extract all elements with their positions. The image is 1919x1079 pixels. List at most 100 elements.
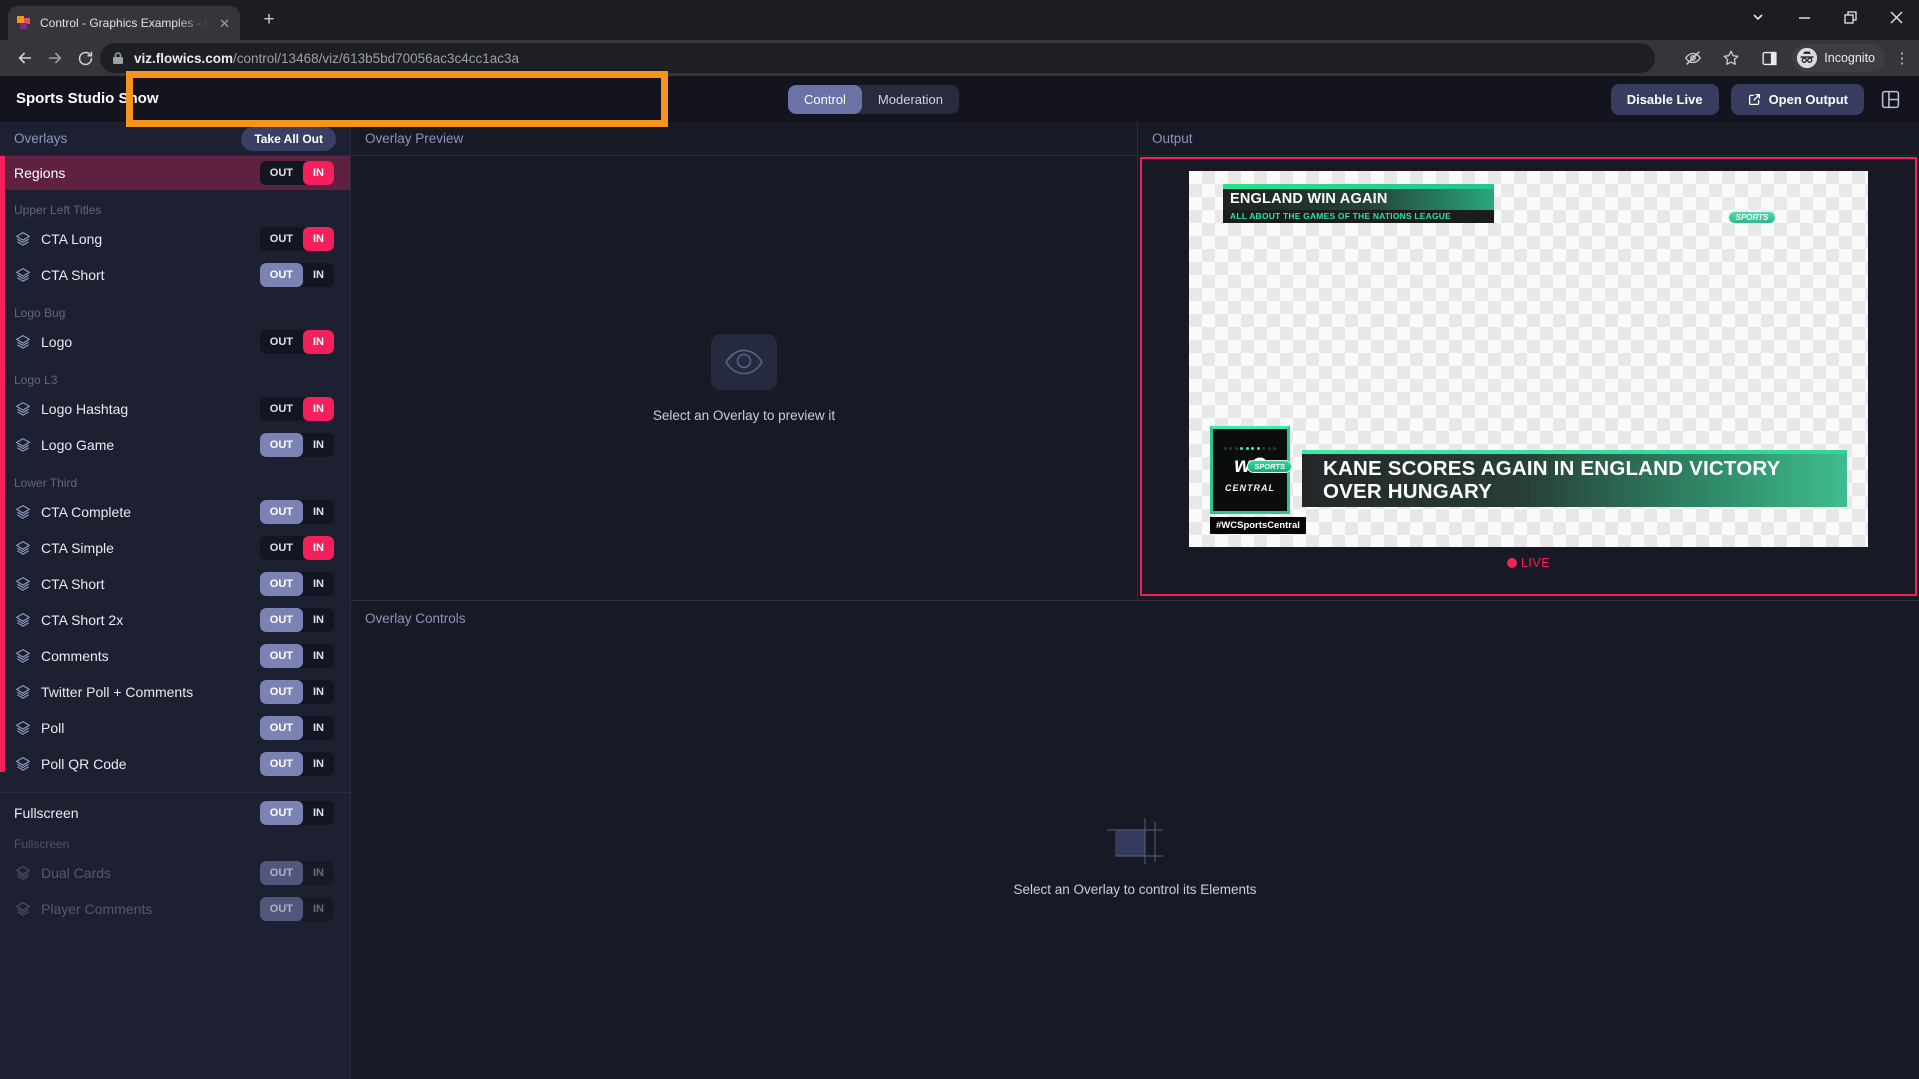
out-button[interactable]: OUT: [260, 500, 303, 524]
mode-tabs: Control Moderation: [788, 85, 959, 114]
in-button[interactable]: IN: [303, 263, 334, 287]
back-icon[interactable]: [10, 43, 40, 73]
overlay-row-logo[interactable]: Logo OUT IN: [0, 324, 350, 360]
out-in-toggle: OUT IN: [260, 608, 334, 632]
overlay-row-twitter-poll-comments[interactable]: Twitter Poll + Comments OUT IN: [0, 674, 350, 710]
overlay-row-poll[interactable]: Poll OUT IN: [0, 710, 350, 746]
overlay-row-poll-qr-code[interactable]: Poll QR Code OUT IN: [0, 746, 350, 782]
close-window-button[interactable]: [1873, 0, 1919, 34]
out-button[interactable]: OUT: [260, 680, 303, 704]
in-button[interactable]: IN: [303, 572, 334, 596]
overlay-row-cta-short[interactable]: CTA Short OUT IN: [0, 566, 350, 602]
overlay-controls-panel: Overlay Controls Select an Overlay to co…: [351, 601, 1919, 1079]
lower-third-headline: KANE SCORES AGAIN IN ENGLAND VICTORY OVE…: [1323, 458, 1823, 503]
overlay-row-dual-cards[interactable]: Dual Cards OUT IN: [0, 855, 350, 891]
overlay-row-cta-simple[interactable]: CTA Simple OUT IN: [0, 530, 350, 566]
tab-control[interactable]: Control: [788, 85, 862, 114]
forward-icon[interactable]: [40, 43, 70, 73]
layers-icon: [14, 539, 32, 557]
overlay-row-player-comments[interactable]: Player Comments OUT IN: [0, 891, 350, 927]
restore-button[interactable]: [1827, 0, 1873, 34]
section-label: Upper Left Titles: [0, 190, 350, 221]
out-in-toggle: OUT IN: [260, 330, 334, 354]
app-header: Sports Studio Show Control Moderation Di…: [0, 76, 1919, 122]
overlay-row-logo-game[interactable]: Logo Game OUT IN: [0, 427, 350, 463]
in-button[interactable]: IN: [303, 752, 334, 776]
out-button[interactable]: OUT: [260, 536, 303, 560]
bookmark-star-icon[interactable]: [1716, 43, 1746, 73]
tab-close-icon[interactable]: ✕: [217, 15, 232, 32]
preview-empty-text: Select an Overlay to preview it: [653, 408, 835, 423]
overlay-row-cta-long[interactable]: CTA Long OUT IN: [0, 221, 350, 257]
tab-search-chevron-icon[interactable]: [1735, 0, 1781, 34]
layers-icon: [14, 683, 32, 701]
layers-icon: [14, 864, 32, 882]
logo-bug-overlay-ghost: #WCSportsCentral SPORTS LIVE: [1692, 195, 1812, 241]
overlay-row-comments[interactable]: Comments OUT IN: [0, 638, 350, 674]
in-button[interactable]: IN: [303, 161, 334, 185]
overlay-preview-panel: Overlay Preview Select an Overlay to pre…: [351, 122, 1137, 600]
in-button[interactable]: IN: [303, 330, 334, 354]
in-button[interactable]: IN: [303, 500, 334, 524]
overlay-row-fullscreen[interactable]: Fullscreen OUT IN: [0, 793, 350, 833]
minimize-button[interactable]: [1781, 0, 1827, 34]
overlay-row-regions[interactable]: Regions OUT IN: [0, 156, 350, 190]
page-title: Sports Studio Show: [16, 90, 159, 107]
live-indicator: LIVE: [1142, 556, 1915, 570]
layout-icon[interactable]: [1876, 85, 1905, 114]
out-button[interactable]: OUT: [260, 801, 303, 825]
out-in-toggle: OUT IN: [260, 861, 334, 885]
menu-kebab-icon[interactable]: ⋮: [1893, 49, 1911, 67]
lower-third-overlay: KANE SCORES AGAIN IN ENGLAND VICTORY OVE…: [1302, 450, 1847, 507]
overlay-row-cta-short-2x[interactable]: CTA Short 2x OUT IN: [0, 602, 350, 638]
out-button[interactable]: OUT: [260, 861, 303, 885]
overlay-row-cta-complete[interactable]: CTA Complete OUT IN: [0, 494, 350, 530]
browser-tab[interactable]: Control - Graphics Examples - Qu ✕: [8, 6, 240, 40]
new-tab-button[interactable]: +: [255, 6, 283, 34]
side-panel-icon[interactable]: [1754, 43, 1784, 73]
out-button[interactable]: OUT: [260, 330, 303, 354]
disable-live-button[interactable]: Disable Live: [1611, 84, 1719, 115]
in-button[interactable]: IN: [303, 680, 334, 704]
in-button[interactable]: IN: [303, 801, 334, 825]
out-button[interactable]: OUT: [260, 227, 303, 251]
eye-off-icon[interactable]: [1678, 43, 1708, 73]
out-in-toggle: OUT IN: [260, 227, 334, 251]
in-button[interactable]: IN: [303, 227, 334, 251]
out-button[interactable]: OUT: [260, 263, 303, 287]
out-in-toggle: OUT IN: [260, 433, 334, 457]
overlay-row-cta-short-upper[interactable]: CTA Short OUT IN: [0, 257, 350, 293]
preview-title: Overlay Preview: [365, 131, 463, 146]
tab-moderation[interactable]: Moderation: [862, 85, 959, 114]
incognito-badge[interactable]: Incognito: [1792, 44, 1885, 72]
controls-empty-text: Select an Overlay to control its Element…: [1013, 882, 1256, 897]
in-button[interactable]: IN: [303, 433, 334, 457]
out-button[interactable]: OUT: [260, 608, 303, 632]
in-button[interactable]: IN: [303, 536, 334, 560]
in-button[interactable]: IN: [303, 716, 334, 740]
out-in-toggle: OUT IN: [260, 897, 334, 921]
in-button[interactable]: IN: [303, 861, 334, 885]
overlay-row-logo-hashtag[interactable]: Logo Hashtag OUT IN: [0, 391, 350, 427]
output-panel: Output ENGLAND WIN AGAIN ALL ABOUT THE G…: [1137, 122, 1919, 600]
out-button[interactable]: OUT: [260, 716, 303, 740]
in-button[interactable]: IN: [303, 897, 334, 921]
out-button[interactable]: OUT: [260, 161, 303, 185]
layers-icon: [14, 647, 32, 665]
url-bar[interactable]: viz.flowics.com/control/13468/viz/613b5b…: [100, 43, 1655, 73]
in-button[interactable]: IN: [303, 644, 334, 668]
out-button[interactable]: OUT: [260, 752, 303, 776]
hashtag-strip: #WCSportsCentral: [1210, 517, 1306, 534]
out-button[interactable]: OUT: [260, 897, 303, 921]
out-button[interactable]: OUT: [260, 433, 303, 457]
out-button[interactable]: OUT: [260, 644, 303, 668]
lock-icon: [112, 51, 124, 65]
layers-icon: [14, 719, 32, 737]
out-button[interactable]: OUT: [260, 397, 303, 421]
take-all-out-button[interactable]: Take All Out: [241, 127, 336, 151]
out-button[interactable]: OUT: [260, 572, 303, 596]
reload-icon[interactable]: [70, 43, 100, 73]
open-output-button[interactable]: Open Output: [1731, 84, 1864, 115]
in-button[interactable]: IN: [303, 608, 334, 632]
in-button[interactable]: IN: [303, 397, 334, 421]
